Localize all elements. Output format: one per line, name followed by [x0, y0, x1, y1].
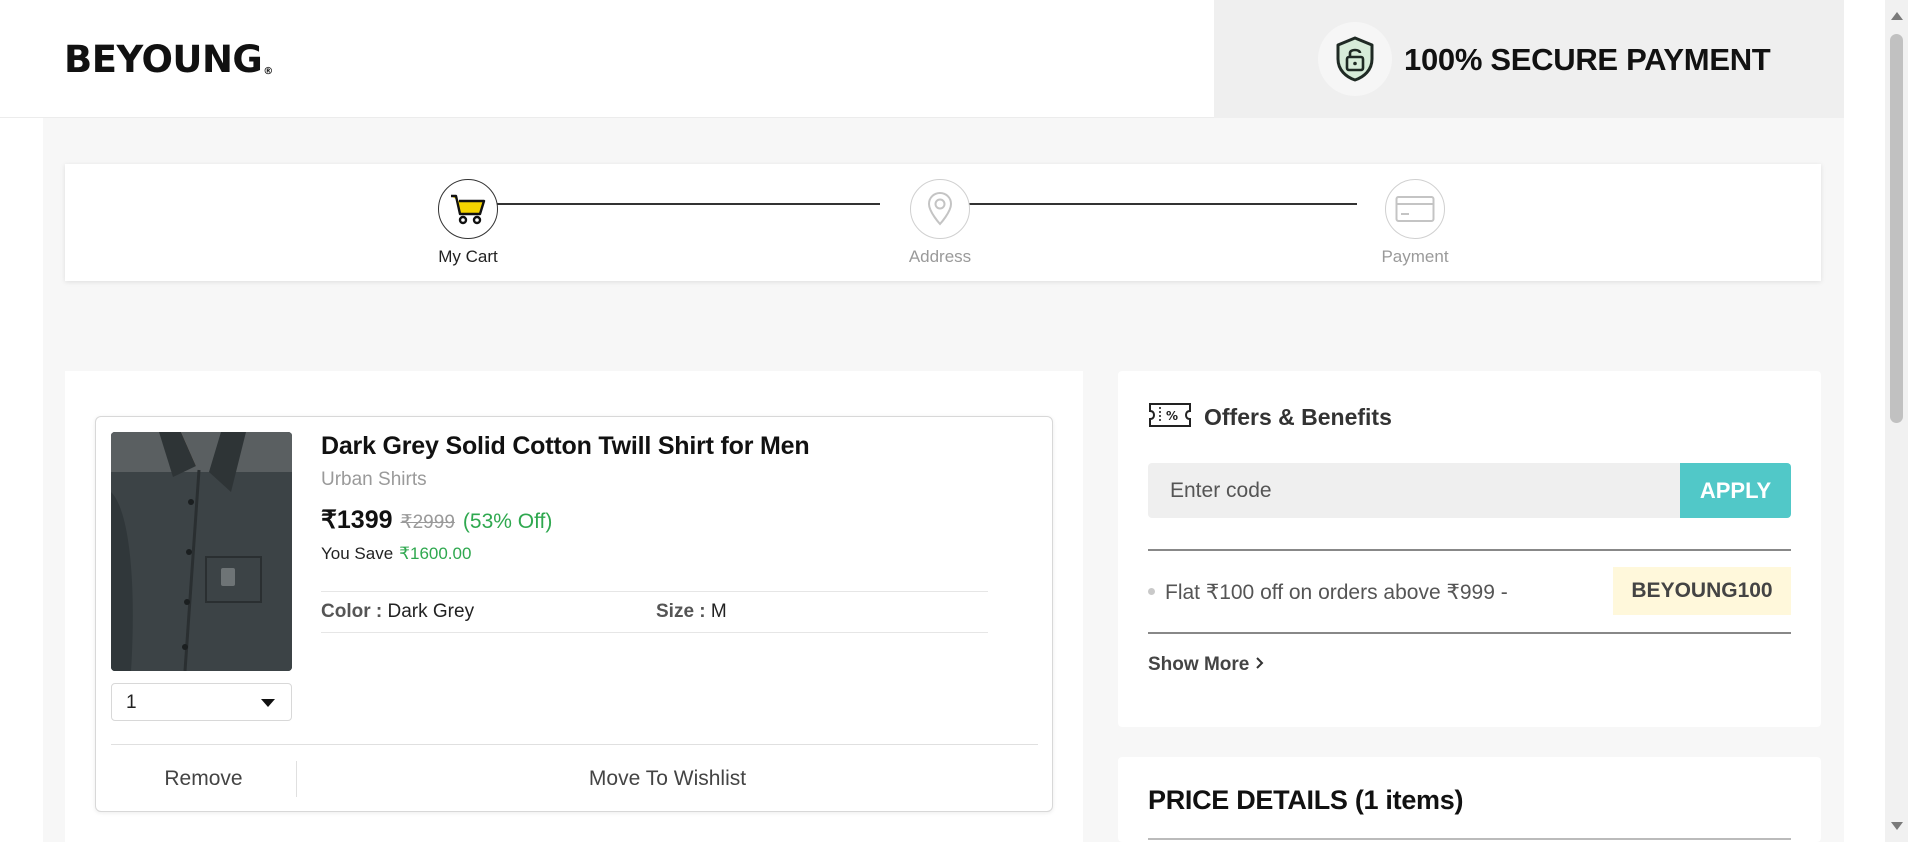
- savings-label: You Save: [321, 544, 394, 563]
- offers-divider-bottom: [1148, 632, 1791, 634]
- color-value: Dark Grey: [387, 601, 475, 622]
- coupon-code-input[interactable]: [1148, 463, 1680, 518]
- checkout-stepper: My Cart Address Payment: [65, 164, 1821, 281]
- show-more-link[interactable]: Show More: [1148, 654, 1265, 676]
- caret-down-icon: [261, 699, 275, 707]
- bullet-dot-icon: [1148, 588, 1155, 595]
- registered-mark: ®: [263, 66, 273, 77]
- product-title[interactable]: Dark Grey Solid Cotton Twill Shirt for M…: [321, 432, 810, 461]
- offer-code-chip[interactable]: BEYOUNG100: [1613, 567, 1791, 615]
- apply-coupon-button[interactable]: APPLY: [1680, 463, 1791, 518]
- product-attributes: Color : Dark Grey Size : M: [321, 591, 988, 633]
- product-image[interactable]: [111, 432, 292, 671]
- step-payment[interactable]: Payment: [1355, 179, 1475, 267]
- offer-description: Flat ₹100 off on orders above ₹999 -: [1165, 581, 1508, 604]
- color-label: Color :: [321, 601, 383, 622]
- coupon-ticket-icon: %: [1148, 401, 1192, 434]
- price-details-title: PRICE DETAILS (1 items): [1148, 785, 1464, 815]
- stepper-connector-1: [472, 203, 880, 205]
- step-address[interactable]: Address: [880, 179, 1000, 267]
- offers-divider-top: [1148, 549, 1791, 551]
- color-attribute: Color : Dark Grey: [321, 601, 474, 623]
- cart-item-card: 1 Dark Grey Solid Cotton Twill Shirt for…: [95, 416, 1053, 812]
- brand-logo[interactable]: BEYOUNG®: [64, 38, 273, 81]
- location-pin-icon: [910, 179, 970, 239]
- original-price: ₹2999: [400, 512, 455, 533]
- quantity-select[interactable]: 1: [111, 683, 292, 721]
- secure-payment-text: 100% SECURE PAYMENT: [1404, 42, 1771, 77]
- size-label: Size :: [656, 601, 706, 622]
- remove-button[interactable]: Remove: [111, 745, 296, 813]
- cart-item-actions: Remove Move To Wishlist: [111, 744, 1038, 812]
- svg-text:%: %: [1166, 409, 1178, 423]
- stepper-connector-2: [939, 203, 1357, 205]
- discount-percent: (53% Off): [462, 510, 553, 533]
- shield-lock-icon: [1318, 22, 1392, 96]
- offers-panel: % Offers & Benefits APPLY Flat ₹100 off …: [1118, 371, 1821, 727]
- credit-card-icon: [1385, 179, 1445, 239]
- step-label-payment: Payment: [1381, 247, 1449, 266]
- price-details-panel: PRICE DETAILS (1 items): [1118, 757, 1821, 842]
- offers-header: % Offers & Benefits: [1148, 401, 1392, 434]
- price-details-divider: [1148, 838, 1791, 840]
- savings-row: You Save ₹1600.00: [321, 544, 471, 564]
- cart-icon: [438, 179, 498, 239]
- offers-title: Offers & Benefits: [1204, 404, 1392, 430]
- chevron-right-icon: [1255, 654, 1265, 676]
- size-attribute: Size : M: [656, 601, 727, 623]
- size-value: M: [710, 601, 727, 622]
- scroll-down-arrow-icon[interactable]: [1891, 822, 1903, 830]
- price-row: ₹1399 ₹2999 (53% Off): [321, 505, 552, 535]
- step-my-cart[interactable]: My Cart: [408, 179, 528, 267]
- top-header: BEYOUNG® 100% SECURE PAYMENT: [0, 0, 1844, 118]
- show-more-label: Show More: [1148, 654, 1250, 675]
- page-scrollbar[interactable]: [1885, 0, 1908, 842]
- step-label-address: Address: [908, 247, 972, 266]
- brand-logo-text: BEYOUNG: [64, 38, 263, 81]
- secure-payment-banner: 100% SECURE PAYMENT: [1214, 0, 1844, 118]
- savings-amount: ₹1600.00: [399, 544, 472, 563]
- product-subtitle: Urban Shirts: [321, 469, 427, 490]
- move-to-wishlist-button[interactable]: Move To Wishlist: [297, 745, 1038, 813]
- selling-price: ₹1399: [321, 506, 393, 534]
- quantity-value: 1: [126, 692, 137, 713]
- scroll-up-arrow-icon[interactable]: [1891, 12, 1903, 20]
- offer-item: Flat ₹100 off on orders above ₹999 - BEY…: [1148, 567, 1791, 615]
- scrollbar-thumb[interactable]: [1890, 34, 1903, 423]
- step-label-my-cart: My Cart: [438, 247, 498, 266]
